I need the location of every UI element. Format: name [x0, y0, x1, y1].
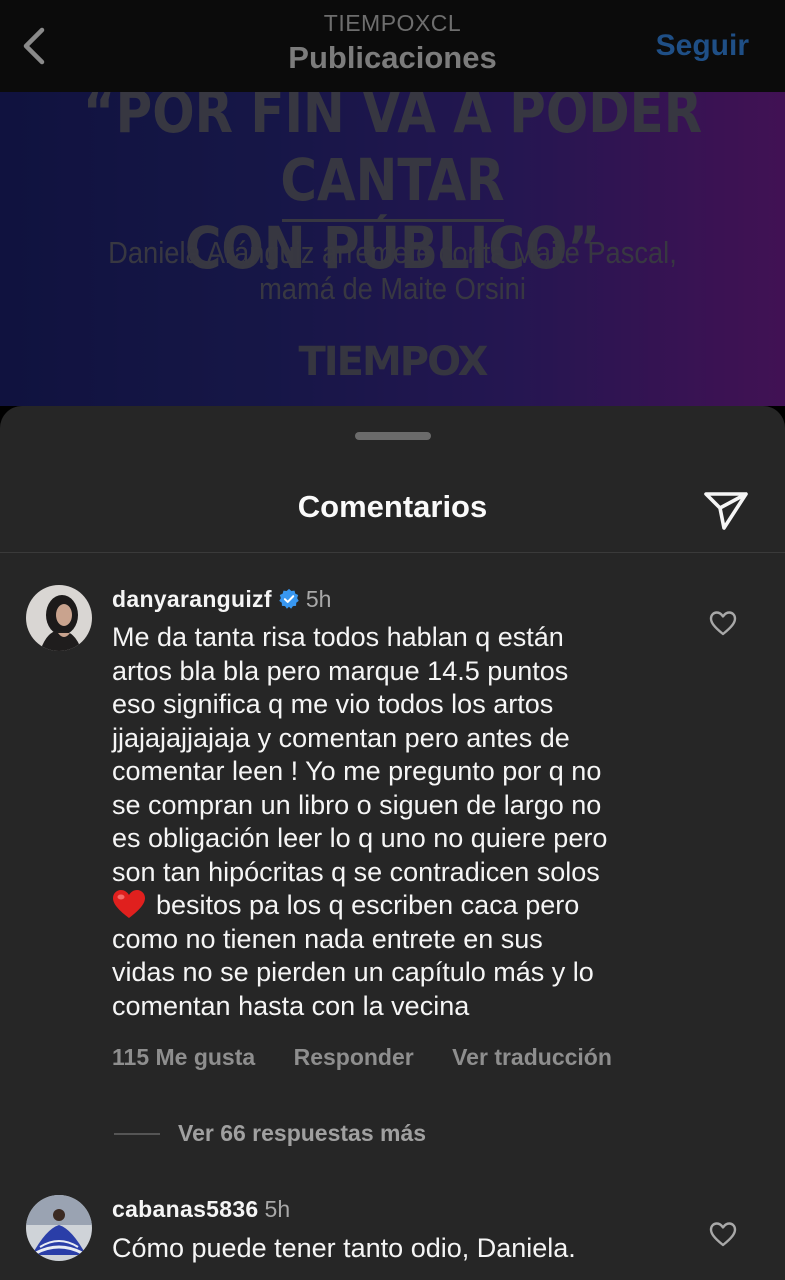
comment-line: vidas no se pierden un capítulo más y lo [112, 957, 594, 987]
share-button[interactable] [700, 484, 752, 536]
replies-line [114, 1133, 160, 1135]
like-button[interactable] [709, 1221, 737, 1247]
sheet-divider [0, 552, 785, 553]
comment-line: comentar leen ! Yo me pregunto por q no [112, 756, 602, 786]
comment-line: se compran un libro o siguen de largo no [112, 789, 602, 820]
comment-header: cabanas5836 5h [112, 1196, 290, 1223]
send-icon [704, 492, 748, 530]
comment-username[interactable]: danyaranguizf [112, 586, 272, 612]
likes-count[interactable]: 115 Me gusta [112, 1044, 255, 1070]
comment-username[interactable]: cabanas5836 [112, 1196, 259, 1222]
comment-header: danyaranguizf 5h [112, 586, 331, 613]
comment-line: eso significa q me vio todos los artos [112, 689, 554, 719]
comment-line: es obligación leer lo q uno no quiere pe… [112, 823, 608, 853]
avatar[interactable] [26, 1195, 92, 1261]
follow-button[interactable]: Seguir [656, 29, 749, 63]
heart-outline-icon [709, 611, 737, 636]
post-image[interactable]: “POR FIN VA A PODER CANTAR CON PÚBLICO” … [0, 92, 785, 406]
comment-actions: 115 Me gusta Responder Ver traducción [112, 1044, 644, 1071]
heart-outline-icon [709, 1222, 737, 1247]
comment-line: artos bla bla pero marque 14.5 puntos [112, 655, 569, 686]
comment-time: 5h [305, 586, 332, 612]
red-heart-icon [113, 890, 145, 918]
comment-time: 5h [264, 1196, 291, 1222]
comments-title: Comentarios [297, 489, 488, 524]
comment-line: como no tienen nada entrete en sus [112, 923, 543, 954]
comment-line: besitos pa los q escriben caca pero [112, 889, 692, 923]
view-more-replies-button[interactable]: Ver 66 respuestas más [178, 1120, 426, 1147]
comment-line: Cómo puede tener tanto odio, Daniela. [112, 1233, 576, 1263]
reply-button[interactable]: Responder [294, 1044, 414, 1070]
sheet-drag-handle[interactable] [355, 432, 431, 440]
verified-badge-icon [279, 588, 299, 609]
avatar[interactable] [26, 585, 92, 651]
comments-sheet: Comentarios danyaranguizf 5h Me da tanta… [0, 406, 785, 1280]
top-app-bar: TIEMPOXCL Publicaciones Seguir [0, 0, 785, 92]
comment-line: jjajajajjajaja y comentan pero antes de [112, 722, 570, 753]
translate-button[interactable]: Ver traducción [452, 1044, 612, 1070]
like-button[interactable] [709, 610, 737, 636]
comment-text: Me da tanta risa todos hablan q están ar… [112, 621, 692, 1023]
comment-line-text: besitos pa los q escriben caca pero [156, 890, 580, 920]
comment-text: Cómo puede tener tanto odio, Daniela. [112, 1232, 692, 1266]
comment-line: Me da tanta risa todos hablan q están [112, 622, 564, 652]
comment-line: comentan hasta con la vecina [112, 990, 470, 1021]
overlay-dim [0, 92, 785, 406]
comment-line: son tan hipócritas q se contradicen solo… [112, 856, 600, 887]
